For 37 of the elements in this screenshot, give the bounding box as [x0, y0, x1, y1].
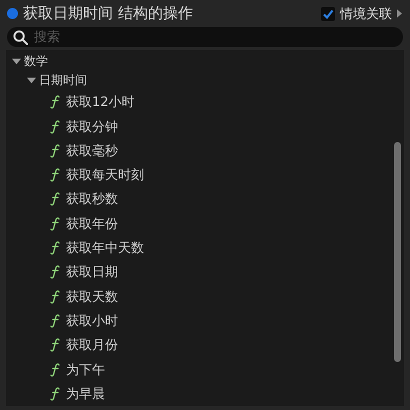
function-icon — [50, 168, 60, 182]
action-item[interactable]: 获取年中天数 — [66, 239, 144, 258]
context-checkbox[interactable] — [321, 6, 335, 21]
function-icon — [50, 192, 60, 206]
search-field[interactable]: 搜索 — [7, 27, 403, 48]
action-item[interactable]: 获取毫秒 — [66, 142, 118, 160]
action-item[interactable]: 获取秒数 — [66, 190, 118, 208]
expand-arrow-icon[interactable] — [397, 9, 402, 18]
function-icon — [50, 338, 60, 352]
action-item[interactable]: 为下午 — [66, 360, 105, 379]
blueprint-dot-icon — [7, 8, 18, 20]
menu-title: 获取日期时间 结构的操作 — [23, 4, 193, 24]
action-item[interactable]: 获取日期 — [66, 263, 118, 282]
function-icon — [50, 362, 60, 377]
action-item[interactable]: 获取12小时 — [66, 93, 135, 112]
category-label[interactable]: 数学 — [24, 53, 48, 70]
collapse-arrow-icon[interactable] — [12, 57, 21, 66]
function-icon — [50, 314, 60, 328]
function-icon — [50, 290, 60, 304]
action-item[interactable]: 获取小时 — [66, 312, 118, 330]
action-item[interactable]: 获取每天时刻 — [66, 166, 144, 184]
action-item[interactable]: 为早晨 — [66, 384, 105, 403]
function-icon — [50, 120, 60, 134]
function-icon — [50, 95, 60, 110]
function-icon — [50, 265, 60, 280]
function-icon — [50, 241, 60, 256]
action-item[interactable]: 获取年份 — [66, 214, 118, 233]
action-item[interactable]: 获取天数 — [66, 288, 118, 306]
context-checkbox-label[interactable]: 情境关联 — [340, 4, 392, 23]
function-icon — [50, 216, 60, 231]
action-item[interactable]: 获取分钟 — [66, 118, 118, 136]
action-item[interactable]: 获取月份 — [66, 336, 118, 354]
function-icon — [50, 386, 60, 401]
scrollbar-thumb[interactable] — [394, 142, 401, 362]
category-label[interactable]: 日期时间 — [39, 72, 87, 90]
collapse-arrow-icon[interactable] — [27, 76, 36, 86]
function-icon — [50, 144, 60, 158]
